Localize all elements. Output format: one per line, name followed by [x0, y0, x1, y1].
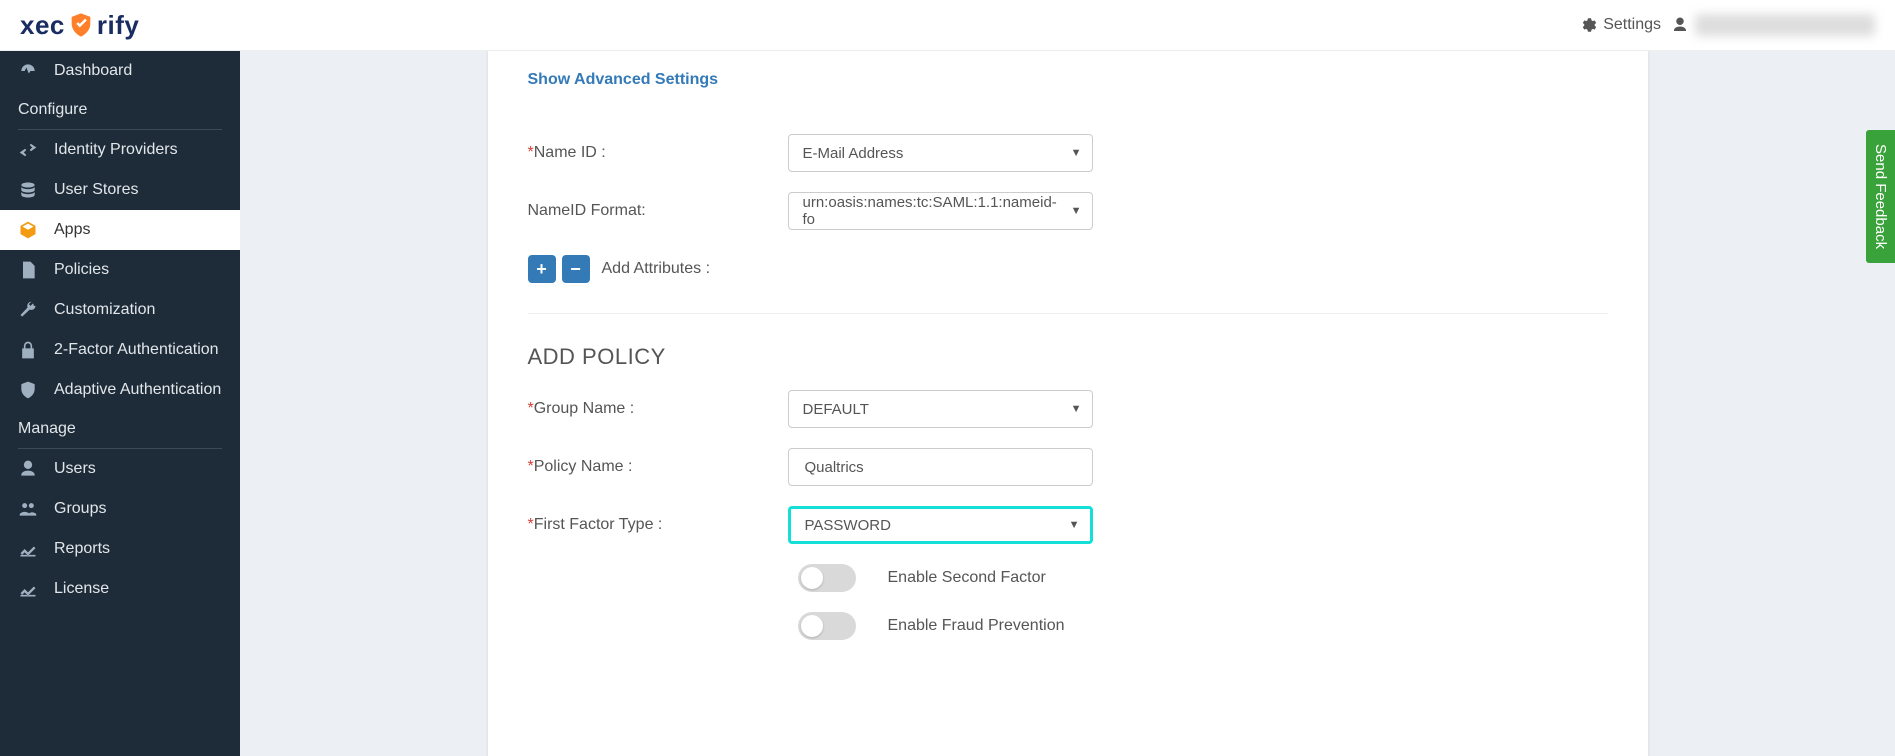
shield-check-icon: [67, 11, 95, 39]
send-feedback-tab[interactable]: Send Feedback: [1866, 130, 1895, 263]
chevron-down-icon: ▼: [1071, 403, 1082, 415]
sidebar-item-label: Adaptive Authentication: [54, 381, 221, 399]
brand-post: rify: [97, 10, 139, 41]
settings-label: Settings: [1603, 16, 1661, 34]
section-divider: [528, 313, 1608, 314]
sidebar-item-label: Dashboard: [54, 62, 132, 80]
toggle-knob: [801, 615, 823, 637]
input-policy-name[interactable]: [803, 458, 1064, 477]
select-value: urn:oasis:names:tc:SAML:1.1:nameid-fo: [803, 194, 1064, 228]
sidebar-item-2fa[interactable]: 2-Factor Authentication: [0, 330, 240, 370]
sidebar-item-users[interactable]: Users: [0, 449, 240, 489]
sidebar-item-reports[interactable]: Reports: [0, 529, 240, 569]
sidebar-item-adaptive-auth[interactable]: Adaptive Authentication: [0, 370, 240, 410]
sidebar-section-manage: Manage: [0, 410, 240, 448]
wrench-icon: [18, 300, 38, 320]
select-name-id[interactable]: E-Mail Address ▼: [788, 134, 1093, 172]
minus-icon: −: [570, 259, 581, 280]
section-header-add-policy: ADD POLICY: [528, 344, 1608, 370]
toggle-knob: [801, 567, 823, 589]
feedback-label: Send Feedback: [1872, 144, 1889, 249]
sidebar-item-apps[interactable]: Apps: [0, 210, 240, 250]
plus-icon: +: [536, 259, 547, 280]
label-policy-name: *Policy Name :: [528, 458, 788, 476]
main-layout: Dashboard Configure Identity Providers U…: [0, 51, 1895, 756]
sidebar-item-label: Groups: [54, 500, 106, 518]
select-nameid-format[interactable]: urn:oasis:names:tc:SAML:1.1:nameid-fo ▼: [788, 192, 1093, 230]
sidebar-item-label: Customization: [54, 301, 155, 319]
dashboard-icon: [18, 61, 38, 81]
form-panel: Show Advanced Settings *Name ID : E-Mail…: [487, 51, 1649, 756]
chevron-down-icon: ▼: [1069, 519, 1080, 531]
input-policy-name-wrap: [788, 448, 1093, 486]
sidebar-item-dashboard[interactable]: Dashboard: [0, 51, 240, 91]
label-first-factor: *First Factor Type :: [528, 516, 788, 534]
shield-icon: [18, 380, 38, 400]
toggle-label-fraud: Enable Fraud Prevention: [888, 617, 1065, 635]
main: Show Advanced Settings *Name ID : E-Mail…: [240, 51, 1895, 756]
row-name-id: *Name ID : E-Mail Address ▼: [528, 134, 1608, 172]
sidebar-item-license[interactable]: License: [0, 569, 240, 609]
chevron-down-icon: ▼: [1071, 205, 1082, 217]
add-attribute-button[interactable]: +: [528, 255, 556, 283]
sidebar-item-label: Policies: [54, 261, 109, 279]
gear-icon: [1579, 16, 1597, 34]
select-first-factor[interactable]: PASSWORD ▼: [788, 506, 1093, 544]
brand-pre: xec: [20, 10, 65, 41]
sidebar-section-configure: Configure: [0, 91, 240, 129]
sidebar-item-label: Apps: [54, 221, 90, 239]
select-value: DEFAULT: [803, 401, 869, 418]
chart-icon: [18, 539, 38, 559]
toggle-enable-second-factor[interactable]: [798, 564, 856, 592]
chevron-down-icon: ▼: [1071, 147, 1082, 159]
cube-icon: [18, 220, 38, 240]
user-icon: [18, 459, 38, 479]
sidebar-item-groups[interactable]: Groups: [0, 489, 240, 529]
group-icon: [18, 499, 38, 519]
select-value: PASSWORD: [805, 517, 891, 534]
user-menu[interactable]: [1671, 14, 1875, 36]
sidebar-item-policies[interactable]: Policies: [0, 250, 240, 290]
sidebar-item-label: Identity Providers: [54, 141, 178, 159]
label-name-id: *Name ID :: [528, 144, 788, 162]
row-nameid-format: NameID Format: urn:oasis:names:tc:SAML:1…: [528, 192, 1608, 230]
label-group-name: *Group Name :: [528, 400, 788, 418]
chart-icon: [18, 579, 38, 599]
sidebar-item-user-stores[interactable]: User Stores: [0, 170, 240, 210]
select-value: E-Mail Address: [803, 145, 904, 162]
sidebar-item-customization[interactable]: Customization: [0, 290, 240, 330]
sidebar: Dashboard Configure Identity Providers U…: [0, 51, 240, 756]
toggle-label-second-factor: Enable Second Factor: [888, 569, 1046, 587]
sidebar-item-label: Users: [54, 460, 96, 478]
row-policy-name: *Policy Name :: [528, 448, 1608, 486]
select-group-name[interactable]: DEFAULT ▼: [788, 390, 1093, 428]
row-first-factor: *First Factor Type : PASSWORD ▼: [528, 506, 1608, 544]
database-icon: [18, 180, 38, 200]
row-group-name: *Group Name : DEFAULT ▼: [528, 390, 1608, 428]
sidebar-item-label: User Stores: [54, 181, 138, 199]
sidebar-item-identity-providers[interactable]: Identity Providers: [0, 130, 240, 170]
row-add-attributes: + − Add Attributes :: [528, 255, 1608, 283]
topbar: xec rify Settings: [0, 0, 1895, 51]
document-icon: [18, 260, 38, 280]
row-enable-second-factor: Enable Second Factor: [798, 564, 1608, 592]
exchange-icon: [18, 140, 38, 160]
sidebar-item-label: Reports: [54, 540, 110, 558]
label-nameid-format: NameID Format:: [528, 202, 788, 220]
top-actions: Settings: [1579, 14, 1875, 36]
row-enable-fraud: Enable Fraud Prevention: [798, 612, 1608, 640]
show-advanced-settings-link[interactable]: Show Advanced Settings: [528, 71, 719, 89]
brand-logo: xec rify: [20, 10, 139, 41]
user-icon: [1671, 16, 1689, 34]
sidebar-item-label: License: [54, 580, 109, 598]
add-attributes-label: Add Attributes :: [602, 260, 711, 278]
user-name-blurred: [1695, 14, 1875, 36]
sidebar-item-label: 2-Factor Authentication: [54, 341, 219, 359]
lock-icon: [18, 340, 38, 360]
remove-attribute-button[interactable]: −: [562, 255, 590, 283]
toggle-enable-fraud[interactable]: [798, 612, 856, 640]
settings-button[interactable]: Settings: [1579, 16, 1661, 34]
